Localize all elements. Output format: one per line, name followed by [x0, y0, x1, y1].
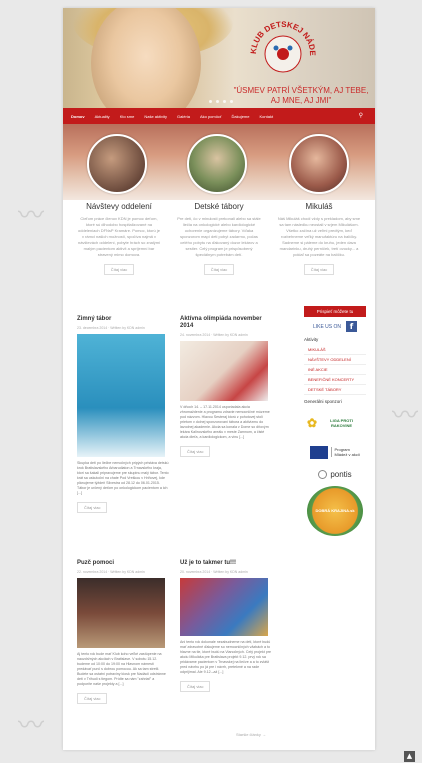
search-icon[interactable]: ⚲ — [359, 112, 363, 119]
read-more-button[interactable]: Čítaj viac — [103, 264, 135, 275]
blog-post: Aktívna olímpiáda november 2014 24. nove… — [180, 316, 272, 458]
post-excerpt: Ani tento rok dokonale nezabudneme na de… — [180, 640, 272, 674]
feature-column: Návštevy oddelení Cieľom práce členov KD… — [77, 202, 161, 276]
feature-column: Detské tábory Pre deti, čo v minulosti p… — [177, 202, 261, 276]
read-more-button[interactable]: Čítaj viac — [180, 446, 211, 457]
activity-link[interactable]: DETSKÉ TÁBORY — [304, 385, 366, 395]
feature-title[interactable]: Návštevy oddelení — [77, 202, 161, 211]
post-thumbnail[interactable] — [77, 334, 165, 457]
club-logo: KLUB DETSKEJ NÁDEJE — [246, 14, 317, 73]
activity-link[interactable]: NÁVŠTEVY ODDELENÍ — [304, 355, 366, 365]
sponsor-liga-logo[interactable]: ✿ LIGA PROTI RAKOVINE — [307, 408, 363, 438]
background-swirl: 〰 — [18, 201, 45, 231]
post-meta: 22. novembra 2014 · Written by KDN admin — [77, 570, 145, 574]
sponsor-dobrakrajina-logo[interactable]: DOBRÁ KRAJINA.sk — [307, 486, 363, 536]
read-more-button[interactable]: Čítaj viac — [303, 264, 335, 275]
facebook-like-widget[interactable]: LIKE US ON f — [304, 321, 366, 332]
post-title[interactable]: Už je to takmer tu!!! — [180, 560, 272, 567]
nav-item-gallery[interactable]: Galéria — [177, 114, 190, 119]
nav-item-home[interactable]: Domov — [71, 114, 85, 119]
sponsor-name: DOBRÁ KRAJINA.sk — [315, 508, 355, 513]
read-more-button[interactable]: Čítaj viac — [77, 693, 108, 704]
nav-item-activities[interactable]: Naše aktivity — [144, 114, 167, 119]
read-more-button[interactable]: Čítaj viac — [203, 264, 235, 275]
feature-text: Pre deti, čo v minulosti prekonali alebo… — [177, 216, 261, 257]
sidebar: Prispieť môžete tu LIKE US ON f Aktivity… — [304, 306, 366, 540]
sponsor-name: pontis — [330, 469, 352, 479]
sidebar-activities-title: Aktivity — [304, 337, 319, 342]
hero-photo-child — [91, 8, 201, 108]
older-posts-link[interactable]: Staršie články → — [236, 732, 266, 737]
blog-post: Zimný tábor 23. decembra 2014 · Written … — [77, 316, 169, 514]
feature-title[interactable]: Detské tábory — [177, 202, 261, 211]
post-thumbnail[interactable] — [180, 578, 268, 636]
background-swirl: 〰 — [18, 711, 45, 741]
post-meta: 20. novembra 2014 · Written by KDN admin — [180, 570, 248, 574]
post-title[interactable]: Puzč pomoci — [77, 560, 169, 567]
slider-dots[interactable] — [209, 100, 233, 103]
post-excerpt: V dňoch 14. – 17.11.2014 usporiadala akc… — [180, 405, 270, 439]
blog-post: Puzč pomoci 22. novembra 2014 · Written … — [77, 560, 169, 705]
post-thumbnail[interactable] — [180, 341, 268, 401]
feature-images-band — [63, 124, 375, 200]
nav-item-thanks[interactable]: Ďakujeme — [231, 114, 249, 119]
main-navigation: Domov Aktuality Kto sme Naše aktivity Ga… — [63, 108, 375, 124]
read-more-button[interactable]: Čítaj viac — [180, 681, 211, 692]
activity-link[interactable]: MIKULÁŠ — [304, 345, 366, 355]
sponsor-name: LIGA PROTI RAKOVINE — [330, 418, 353, 428]
page-wrapper: KLUB DETSKEJ NÁDEJE "ÚSMEV PATRÍ VŠETKÝM… — [63, 8, 375, 750]
feature-title[interactable]: Mikuláš — [277, 202, 361, 211]
feature-image-camps[interactable] — [187, 134, 247, 194]
post-meta: 23. decembra 2014 · Written by KDN admin — [77, 326, 145, 330]
sidebar-sponsors-title: Generálni sponzori — [304, 399, 342, 404]
post-excerpt: Aj tento rok bude mať Klub koho veľké za… — [77, 652, 166, 686]
post-title[interactable]: Zimný tábor — [77, 316, 169, 323]
nav-item-contact[interactable]: Kontakt — [259, 114, 273, 119]
feature-text: Cieľom práce členov KDN je pomoc deťom, … — [77, 216, 161, 257]
feature-image-mikulas[interactable] — [289, 134, 349, 194]
nav-item-news[interactable]: Aktuality — [95, 114, 110, 119]
hero-banner: KLUB DETSKEJ NÁDEJE "ÚSMEV PATRÍ VŠETKÝM… — [63, 8, 375, 108]
activities-list: MIKULÁŠ NÁVŠTEVY ODDELENÍ INÉ AKCIE BENE… — [304, 345, 366, 395]
feature-column: Mikuláš Náš Mikuláš chodí vždy s preklad… — [277, 202, 361, 276]
sponsor-eu-logo[interactable]: Program Mládež v akcii — [307, 442, 363, 462]
hero-slogan: "ÚSMEV PATRÍ VŠETKÝM, AJ TEBE, AJ MNE, A… — [233, 86, 369, 105]
read-more-button[interactable]: Čítaj viac — [77, 502, 108, 513]
sidebar-like-title: Prispieť môžete tu — [304, 306, 366, 317]
activity-link[interactable]: BENEFIČNÉ KONCERTY — [304, 375, 366, 385]
background-swirl: 〰 — [392, 401, 419, 431]
nav-item-about[interactable]: Kto sme — [120, 114, 135, 119]
scroll-to-top-icon[interactable]: ▲ — [404, 751, 415, 762]
eu-flag-icon — [309, 445, 328, 459]
blog-post: Už je to takmer tu!!! 20. novembra 2014 … — [180, 560, 272, 693]
sponsor-pontis-logo[interactable]: pontis — [307, 466, 363, 482]
post-excerpt: Skupka detí po liečbe nemočných pripých … — [77, 461, 169, 495]
post-title[interactable]: Aktívna olímpiáda november 2014 — [180, 316, 272, 330]
post-meta: 24. novembra 2014 · Written by KDN admin — [180, 333, 248, 337]
facebook-icon[interactable]: f — [346, 321, 358, 332]
like-us-label: LIKE US ON — [312, 323, 342, 330]
daffodil-icon: ✿ — [307, 416, 318, 430]
feature-text: Náš Mikuláš chodí vždy s prekladom, aby … — [277, 216, 361, 257]
activity-link[interactable]: INÉ AKCIE — [304, 365, 366, 375]
sponsor-name: Program Mládež v akcii — [330, 447, 361, 457]
post-thumbnail[interactable] — [77, 578, 165, 648]
feature-image-visits[interactable] — [87, 134, 147, 194]
pontis-icon — [318, 469, 328, 479]
nav-item-help[interactable]: Ako pomôcť — [200, 114, 222, 119]
